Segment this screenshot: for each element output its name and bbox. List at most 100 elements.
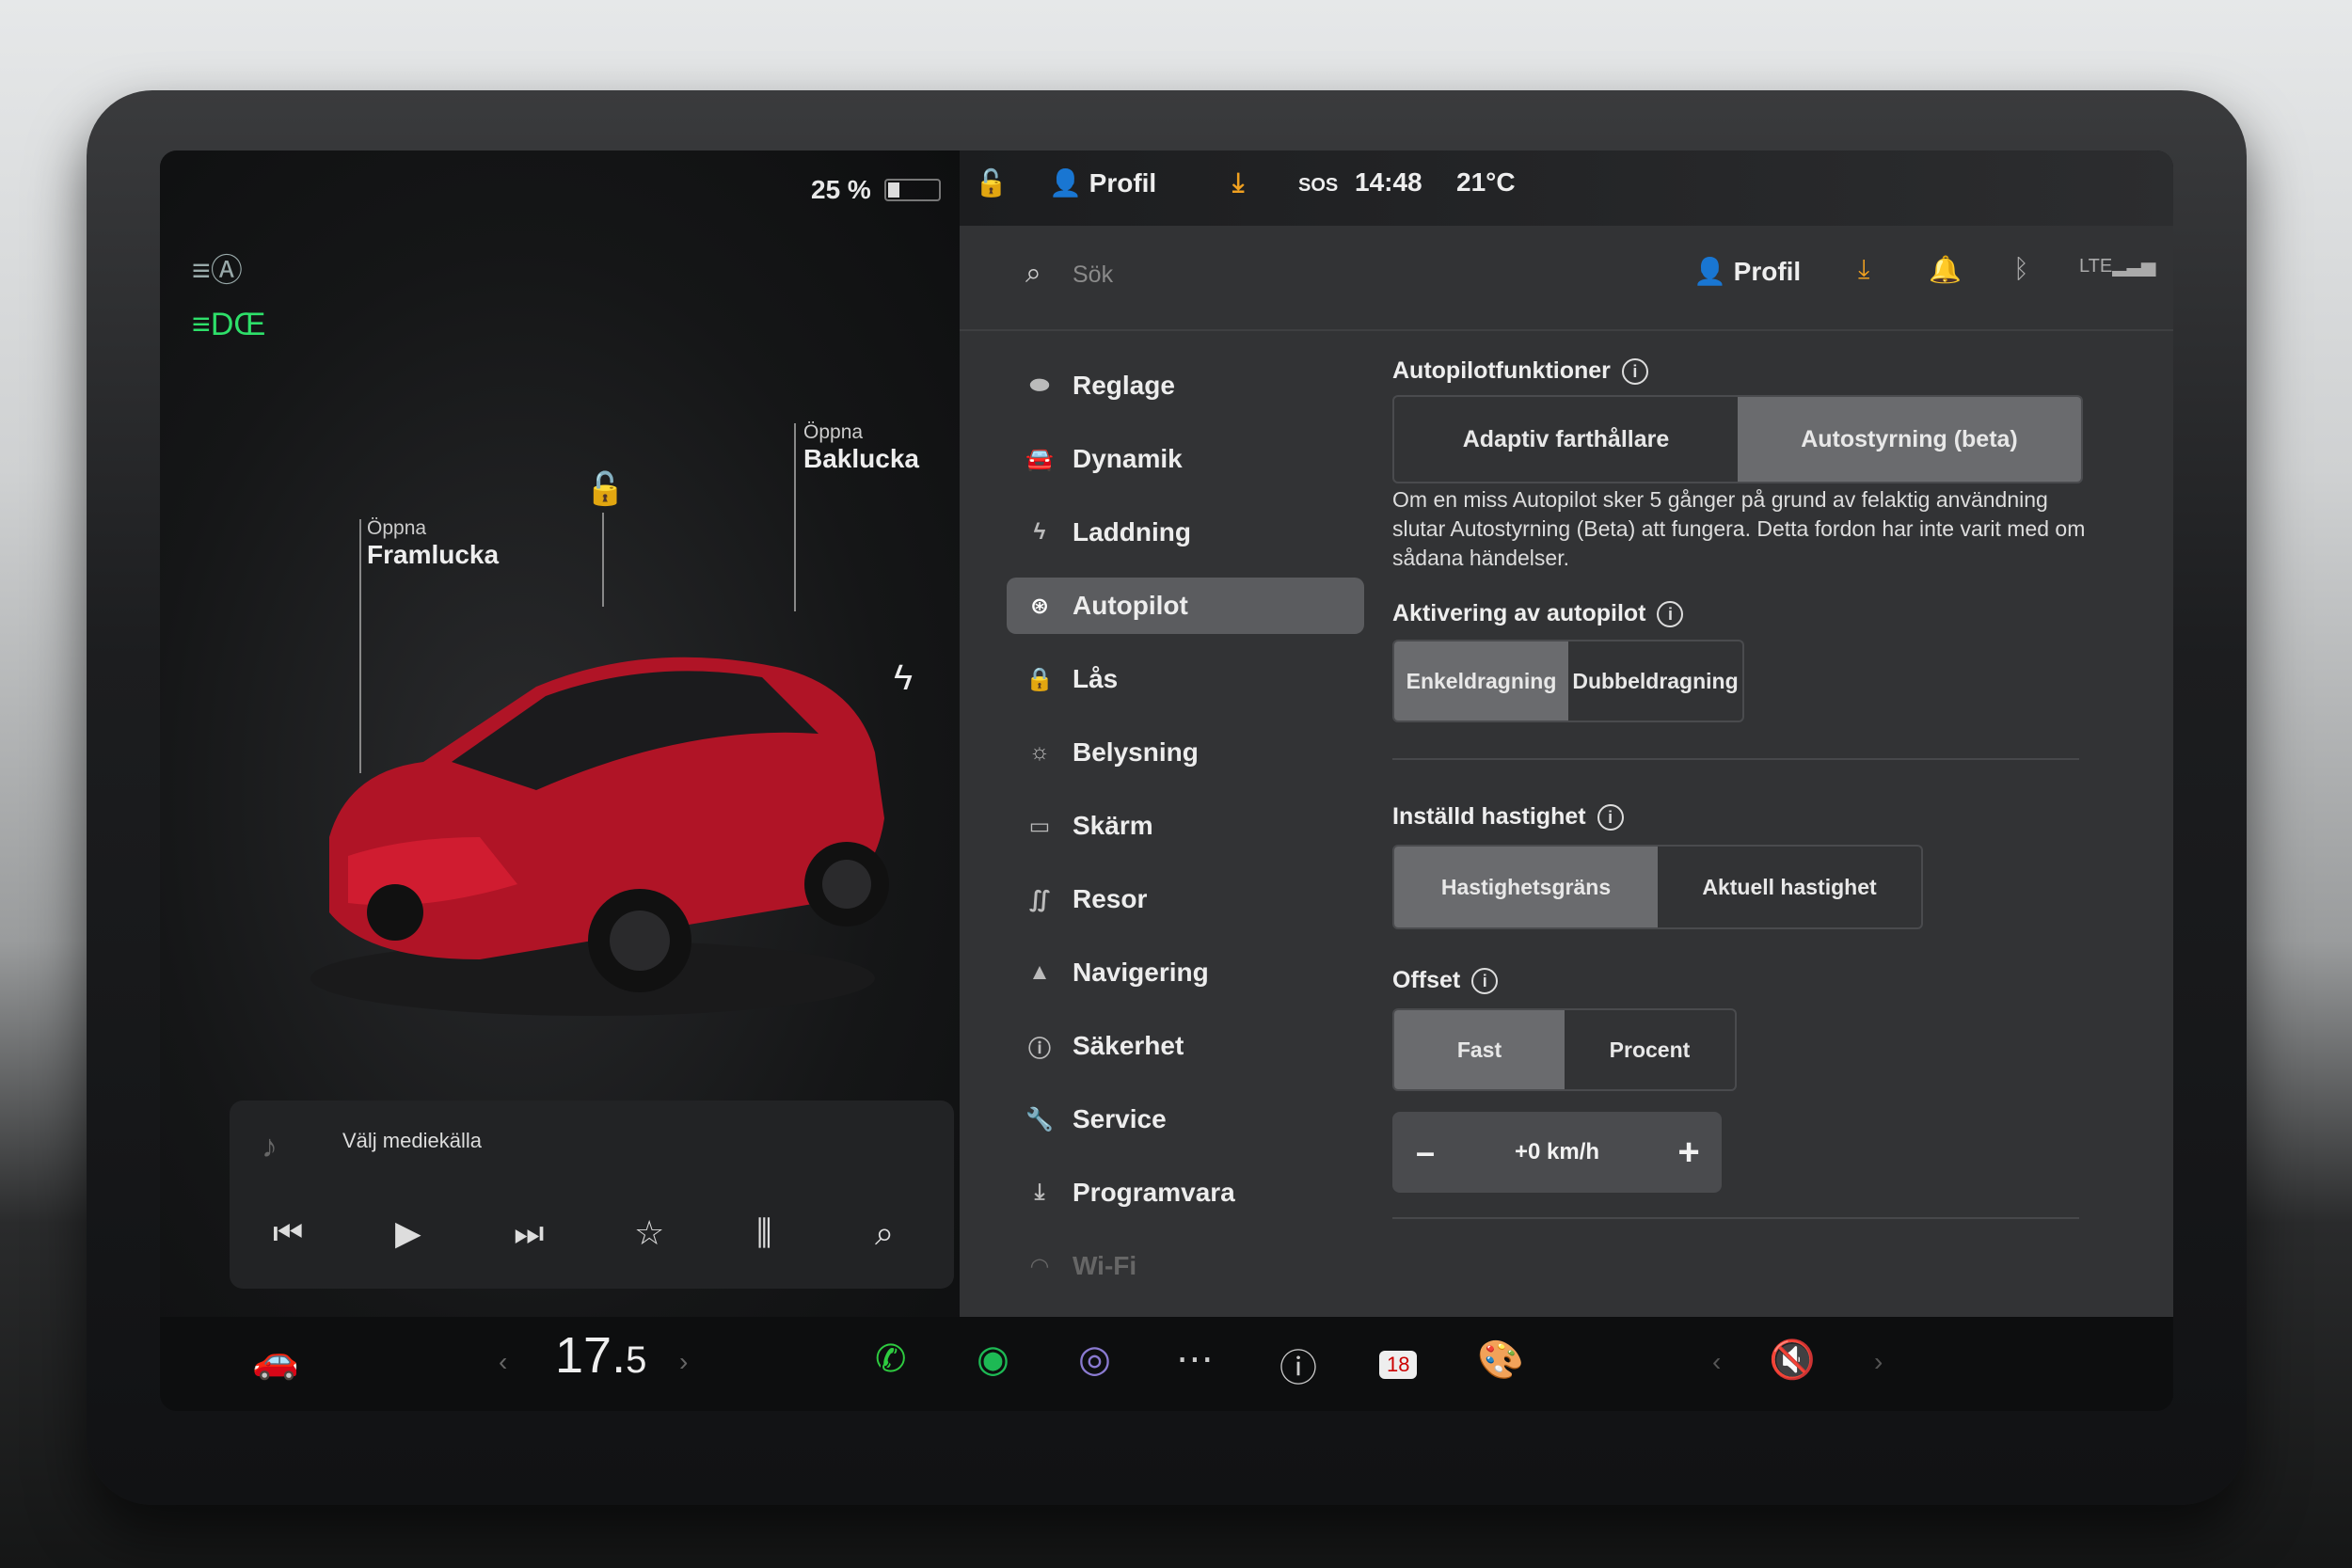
- software-update-icon[interactable]: ⤓: [1232, 167, 1244, 198]
- activation-selector: Enkeldragning Dubbeldragning: [1392, 640, 1744, 722]
- activation-title: Aktivering av autopilot i: [1392, 600, 1684, 627]
- media-player: ♪ Välj mediekälla ⏮ ▶ ⏭ ☆ ⫼ ⌕: [230, 1101, 954, 1289]
- equalizer-icon[interactable]: ⫼: [756, 1213, 772, 1254]
- trunk-callout[interactable]: Öppna Baklucka: [803, 421, 919, 474]
- profile-status-label: Profil: [1089, 168, 1157, 198]
- lock-status-icon[interactable]: 🔓: [975, 167, 1008, 198]
- nav-item-wifi[interactable]: ◠ Wi-Fi: [1007, 1238, 1364, 1294]
- info-icon[interactable]: i: [1471, 967, 1499, 994]
- nav-item-label: Wi-Fi: [1073, 1251, 1137, 1280]
- nav-item-las[interactable]: 🔒 Lås: [1007, 651, 1364, 707]
- nav-item-label: Reglage: [1073, 371, 1175, 400]
- car-image: [310, 657, 889, 1016]
- profile-button[interactable]: 👤 Profil: [1693, 256, 1801, 287]
- more-apps-icon[interactable]: ⋯: [1176, 1338, 1214, 1381]
- auto-headlights-icon[interactable]: ≡Ⓐ: [192, 245, 243, 291]
- nav-item-autopilot[interactable]: ⊛ Autopilot: [1007, 578, 1364, 634]
- section-divider-bottom: [1392, 1217, 2079, 1219]
- outside-temperature: 21°C: [1456, 167, 1516, 197]
- bluetooth-icon[interactable]: ᛒ: [2013, 254, 2029, 284]
- profile-status[interactable]: 👤 Profil: [1049, 167, 1156, 198]
- touchscreen: ≡Ⓐ ≡DŒ 25 % Öppna Framlucka Öppna Bakluc…: [160, 150, 2173, 1411]
- option-single-pull[interactable]: Enkeldragning: [1394, 641, 1568, 721]
- wifi-icon: ◠: [1030, 1253, 1049, 1279]
- set-speed-title: Inställd hastighet i: [1392, 803, 1624, 831]
- minus-button[interactable]: –: [1392, 1132, 1458, 1172]
- settings-nav: ⬬ Reglage 🚘 Dynamik ϟ Laddning ⊛ Autopilot 🔒…: [1007, 357, 1364, 1311]
- phone-icon[interactable]: ✆: [875, 1338, 907, 1381]
- features-selector: Adaptiv farthållare Autostyrning (beta): [1392, 395, 2083, 483]
- option-percent[interactable]: Procent: [1565, 1010, 1735, 1089]
- calendar-icon[interactable]: 18: [1379, 1351, 1418, 1379]
- volume-down-chevron-icon[interactable]: ‹: [1712, 1347, 1721, 1377]
- search-icon[interactable]: ⌕: [1025, 258, 1041, 290]
- car-icon: 🚘: [1025, 446, 1054, 472]
- unlock-icon[interactable]: 🔓: [585, 470, 625, 508]
- camera-icon[interactable]: ◎: [1078, 1338, 1111, 1381]
- nav-item-sakerhet[interactable]: ⓘ Säkerhet: [1007, 1018, 1364, 1074]
- sos-indicator[interactable]: SOS: [1298, 175, 1338, 197]
- info-icon[interactable]: i: [1597, 803, 1624, 831]
- navigation-icon: ▲: [1028, 959, 1051, 985]
- search-input[interactable]: Sök: [1073, 261, 1113, 289]
- nav-item-laddning[interactable]: ϟ Laddning: [1007, 504, 1364, 561]
- activation-title-text: Aktivering av autopilot: [1392, 600, 1646, 626]
- temp-up-chevron-icon[interactable]: ›: [679, 1347, 688, 1377]
- volume-up-chevron-icon[interactable]: ›: [1874, 1347, 1883, 1377]
- download-icon[interactable]: ⤓: [1858, 254, 1869, 285]
- trips-icon: ∬: [1028, 886, 1051, 912]
- option-fixed[interactable]: Fast: [1394, 1010, 1565, 1089]
- parking-lights-icon[interactable]: ≡DŒ: [192, 307, 265, 343]
- steering-wheel-icon: ⊛: [1029, 593, 1050, 619]
- bell-icon[interactable]: 🔔: [1929, 254, 1962, 285]
- frunk-callout-action: Öppna: [367, 517, 427, 539]
- nav-item-reglage[interactable]: ⬬ Reglage: [1007, 357, 1364, 414]
- nav-item-skarm[interactable]: ▭ Skärm: [1007, 798, 1364, 854]
- spotify-icon[interactable]: ◉: [977, 1338, 1009, 1381]
- option-autosteer[interactable]: Autostyrning (beta): [1738, 397, 2081, 482]
- sun-icon: ☼: [1029, 739, 1050, 765]
- play-icon[interactable]: ▶: [395, 1213, 421, 1253]
- media-source-label[interactable]: Välj mediekälla: [342, 1129, 482, 1153]
- temp-down-chevron-icon[interactable]: ‹: [499, 1347, 507, 1377]
- mute-icon[interactable]: 🔇: [1769, 1338, 1816, 1382]
- nav-item-label: Lås: [1073, 664, 1119, 693]
- nav-item-belysning[interactable]: ☼ Belysning: [1007, 724, 1364, 781]
- safety-icon: ⓘ: [1028, 1036, 1051, 1062]
- offset-title: Offset i: [1392, 967, 1499, 994]
- next-track-icon[interactable]: ⏭: [514, 1213, 544, 1254]
- nav-item-navigering[interactable]: ▲ Navigering: [1007, 944, 1364, 1001]
- nav-item-programvara[interactable]: ⤓ Programvara: [1007, 1164, 1364, 1221]
- car-panel: ≡Ⓐ ≡DŒ 25 % Öppna Framlucka Öppna Bakluc…: [160, 150, 960, 1317]
- option-double-pull[interactable]: Dubbeldragning: [1568, 641, 1742, 721]
- info-icon[interactable]: i: [1657, 600, 1684, 627]
- set-speed-title-text: Inställd hastighet: [1392, 803, 1586, 830]
- dock: 🚗 ‹ 17.5 › ✆ ◉ ◎ ⋯ ⓘ 18 🎨 ‹ 🔇 ›: [160, 1317, 2173, 1411]
- download-icon: ⤓: [1034, 1180, 1045, 1205]
- option-adaptive-cruise[interactable]: Adaptiv farthållare: [1394, 397, 1738, 482]
- set-speed-selector: Hastighetsgräns Aktuell hastighet: [1392, 845, 1923, 929]
- offset-stepper: – +0 km/h +: [1392, 1112, 1722, 1193]
- cabin-temperature[interactable]: 17.5: [555, 1326, 646, 1385]
- status-bar: 🔓 👤 Profil ⤓ SOS 14:48 21°C: [960, 150, 2173, 226]
- frunk-callout[interactable]: Öppna Framlucka: [367, 517, 499, 570]
- car-icon[interactable]: 🚗: [252, 1338, 299, 1382]
- lock-icon: 🔒: [1025, 666, 1054, 692]
- nav-item-dynamik[interactable]: 🚘 Dynamik: [1007, 431, 1364, 487]
- option-speed-limit[interactable]: Hastighetsgräns: [1394, 847, 1658, 927]
- info-icon[interactable]: i: [1621, 357, 1648, 385]
- nav-item-resor[interactable]: ∬ Resor: [1007, 871, 1364, 927]
- previous-track-icon[interactable]: ⏮: [273, 1213, 303, 1254]
- toybox-icon[interactable]: 🎨: [1477, 1338, 1524, 1382]
- features-title-text: Autopilotfunktioner: [1392, 357, 1611, 384]
- manual-icon[interactable]: ⓘ: [1279, 1338, 1317, 1392]
- charge-port-icon[interactable]: ϟ: [894, 658, 913, 699]
- favorite-star-icon[interactable]: ☆: [634, 1213, 664, 1253]
- battery-indicator: 25 %: [811, 175, 941, 205]
- plus-button[interactable]: +: [1656, 1132, 1722, 1174]
- media-search-icon[interactable]: ⌕: [875, 1213, 894, 1254]
- lte-signal-icon: LTE▂▃▅: [2079, 256, 2156, 277]
- nav-item-label: Service: [1073, 1104, 1167, 1133]
- option-current-speed[interactable]: Aktuell hastighet: [1658, 847, 1921, 927]
- nav-item-service[interactable]: 🔧 Service: [1007, 1091, 1364, 1148]
